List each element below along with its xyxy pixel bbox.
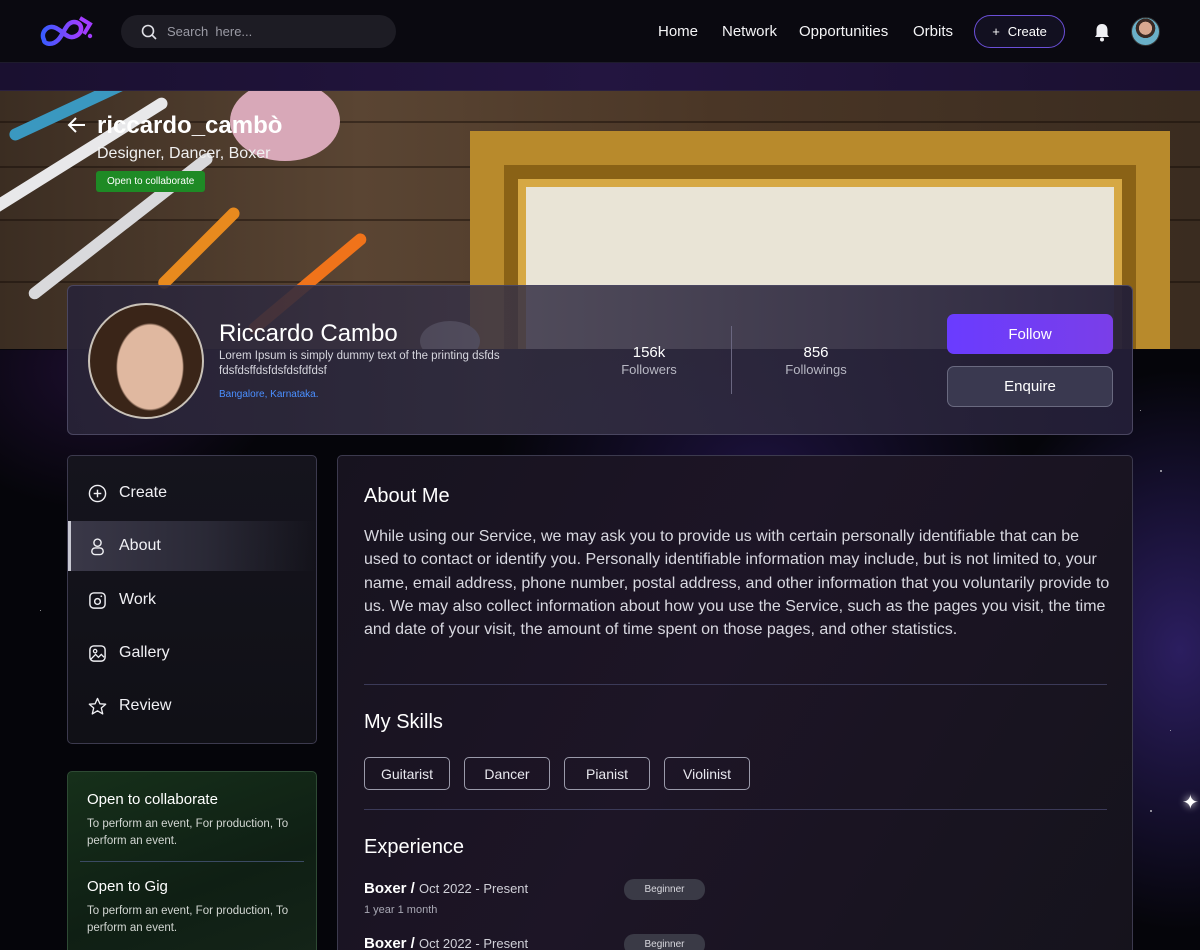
profile-card: Riccardo Cambo Lorem Ipsum is simply dum… bbox=[67, 285, 1133, 435]
section-divider bbox=[364, 809, 1107, 810]
logo-icon[interactable] bbox=[38, 14, 96, 50]
experience-level-badge: Beginner bbox=[624, 934, 705, 950]
work-icon bbox=[89, 591, 106, 609]
followings-count: 856 bbox=[803, 344, 829, 361]
search-input[interactable] bbox=[167, 24, 367, 39]
sidebar-item-label: Work bbox=[119, 591, 157, 608]
image-icon bbox=[89, 644, 106, 662]
enquire-button[interactable]: Enquire bbox=[947, 366, 1113, 407]
skill-tag[interactable]: Violinist bbox=[664, 757, 750, 790]
followers-label: Followers bbox=[621, 362, 677, 377]
create-button-label: Create bbox=[1007, 24, 1047, 39]
about-panel: About Me While using our Service, we may… bbox=[337, 455, 1133, 950]
experience-duration: 1 year 1 month bbox=[364, 904, 438, 916]
profile-photo bbox=[88, 303, 204, 419]
info-divider bbox=[80, 861, 304, 862]
profile-location[interactable]: Bangalore, Karnataka. bbox=[219, 389, 319, 400]
collab-title: Open to collaborate bbox=[87, 791, 218, 808]
about-text: While using our Service, we may ask you … bbox=[364, 528, 1110, 639]
profile-sidebar: Create About Work Gallery Review bbox=[67, 455, 317, 744]
experience-title: Experience bbox=[364, 836, 465, 858]
bell-icon[interactable] bbox=[1091, 21, 1113, 43]
skills-list: Guitarist Dancer Pianist Violinist bbox=[364, 757, 750, 790]
skill-tag[interactable]: Pianist bbox=[564, 757, 650, 790]
search-icon bbox=[141, 24, 157, 40]
followings-stat[interactable]: 856 Followings bbox=[756, 344, 876, 377]
star-icon bbox=[88, 697, 107, 715]
create-button[interactable]: + Create bbox=[974, 15, 1065, 48]
followers-count: 156k bbox=[632, 344, 666, 361]
sidebar-item-review[interactable]: Review bbox=[68, 681, 316, 731]
experience-item: Boxer / Oct 2022 - Present bbox=[364, 935, 528, 950]
sub-header-strip bbox=[0, 63, 1200, 91]
sidebar-item-create[interactable]: Create bbox=[68, 468, 316, 518]
sidebar-item-label: Create bbox=[119, 484, 168, 501]
collab-status-badge: Open to collaborate bbox=[96, 171, 206, 192]
nav-network[interactable]: Network bbox=[722, 23, 777, 40]
top-navbar: Home Network Opportunities Orbits + Crea… bbox=[0, 0, 1200, 63]
experience-date: Oct 2022 - Present bbox=[419, 881, 529, 896]
skill-tag[interactable]: Dancer bbox=[464, 757, 550, 790]
nav-home[interactable]: Home bbox=[658, 23, 698, 40]
follow-button[interactable]: Follow bbox=[947, 314, 1113, 354]
plus-icon: + bbox=[992, 24, 1000, 39]
followings-label: Followings bbox=[785, 362, 847, 377]
profile-bio: Lorem Ipsum is simply dummy text of the … bbox=[219, 350, 500, 377]
experience-item: Boxer / Oct 2022 - Present bbox=[364, 880, 528, 897]
experience-role: Boxer / bbox=[364, 935, 415, 950]
gig-text: To perform an event, For production, To … bbox=[87, 905, 289, 934]
search-bar[interactable] bbox=[121, 15, 396, 48]
sidebar-item-label: Review bbox=[119, 697, 172, 714]
experience-role: Boxer / bbox=[364, 880, 415, 897]
experience-date: Oct 2022 - Present bbox=[419, 936, 529, 950]
sidebar-item-gallery[interactable]: Gallery bbox=[68, 628, 316, 678]
plus-circle-icon bbox=[88, 484, 107, 502]
section-divider bbox=[364, 684, 1107, 685]
stats-divider bbox=[731, 326, 732, 394]
user-icon bbox=[91, 537, 104, 555]
user-avatar[interactable] bbox=[1131, 17, 1160, 46]
profile-name: Riccardo Cambo bbox=[219, 320, 398, 347]
back-arrow-icon[interactable] bbox=[67, 116, 87, 134]
collab-text: To perform an event, For production, To … bbox=[87, 818, 289, 847]
skill-tag[interactable]: Guitarist bbox=[364, 757, 450, 790]
sparkle-icon: ✦ bbox=[1182, 792, 1199, 814]
sidebar-item-work[interactable]: Work bbox=[68, 575, 316, 625]
sidebar-item-about[interactable]: About bbox=[68, 521, 316, 571]
followers-stat[interactable]: 156k Followers bbox=[589, 344, 709, 377]
about-title: About Me bbox=[364, 485, 450, 507]
sidebar-item-label: About bbox=[119, 537, 161, 554]
cover-roles: Designer, Dancer, Boxer bbox=[97, 145, 271, 162]
nav-orbits[interactable]: Orbits bbox=[913, 23, 953, 40]
experience-level-badge: Beginner bbox=[624, 879, 705, 900]
availability-card: Open to collaborate To perform an event,… bbox=[67, 771, 317, 950]
skills-title: My Skills bbox=[364, 711, 443, 733]
nav-opportunities[interactable]: Opportunities bbox=[799, 23, 888, 40]
gig-title: Open to Gig bbox=[87, 878, 168, 895]
cover-username: riccardo_cambò bbox=[97, 112, 283, 139]
sidebar-item-label: Gallery bbox=[119, 644, 170, 661]
